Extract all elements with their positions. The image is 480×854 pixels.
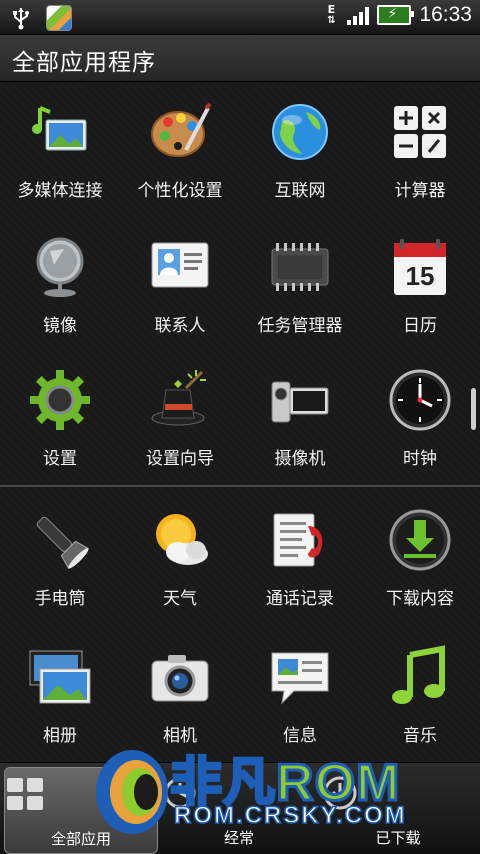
chip-icon — [271, 243, 329, 291]
app-label: 摄像机 — [274, 449, 326, 469]
usb-icon — [13, 8, 29, 30]
app-label: 互联网 — [274, 181, 326, 201]
app-gallery[interactable]: 相册 — [0, 627, 120, 747]
app-clock[interactable]: 时钟 — [360, 350, 480, 470]
scroll-indicator[interactable] — [471, 388, 476, 430]
app-calculator[interactable]: 计算器 — [360, 82, 480, 202]
app-calendar[interactable]: 15 日历 — [360, 217, 480, 337]
watermark-url: ROM.CRSKY.COM — [173, 801, 407, 830]
mirror-icon — [36, 237, 84, 297]
battery-charging-icon: ⚡ — [377, 5, 415, 25]
magic-hat-icon — [151, 370, 206, 426]
app-downloads[interactable]: 下载内容 — [360, 490, 480, 610]
download-icon — [389, 509, 451, 571]
app-flashlight[interactable]: 手电筒 — [0, 490, 120, 610]
calendar-icon: 15 — [394, 239, 446, 295]
app-camcorder[interactable]: 摄像机 — [240, 350, 360, 470]
app-messages[interactable]: 信息 — [240, 627, 360, 747]
app-grid[interactable]: 多媒体连接 个性化设置 互联网 计算器 镜像 联系人 任务管理器 15 日历 设… — [0, 82, 480, 762]
calculator-icon — [394, 106, 446, 158]
signal-strength-icon — [347, 5, 370, 25]
app-label: 任务管理器 — [257, 316, 343, 336]
app-call-log[interactable]: 通话记录 — [240, 490, 360, 610]
app-contacts[interactable]: 联系人 — [120, 217, 240, 337]
gear-icon — [30, 370, 90, 430]
app-task-manager[interactable]: 任务管理器 — [240, 217, 360, 337]
watermark-overlay: 非凡ROM ROM.CRSKY.COM — [90, 740, 410, 840]
gallery-icon — [29, 650, 91, 704]
clock-icon — [389, 369, 451, 431]
data-type-indicator: E ⇅ — [327, 3, 336, 26]
grid-icon — [7, 778, 43, 810]
app-label: 下载内容 — [386, 589, 454, 609]
music-note-icon — [392, 645, 445, 704]
status-clock: 16:33 — [419, 3, 472, 26]
app-label: 日历 — [403, 316, 437, 336]
app-mirror[interactable]: 镜像 — [0, 217, 120, 337]
app-label: 通话记录 — [266, 589, 334, 609]
palette-icon — [151, 102, 212, 157]
app-label: 多媒体连接 — [17, 181, 103, 201]
message-icon — [271, 652, 329, 705]
app-internet[interactable]: 互联网 — [240, 82, 360, 202]
title-bar: 全部应用程序 — [0, 35, 480, 82]
flashlight-icon — [36, 516, 90, 570]
calendar-day-number: 15 — [406, 261, 435, 291]
page-divider — [0, 485, 480, 487]
app-label: 设置向导 — [146, 449, 214, 469]
contacts-card-icon — [151, 242, 209, 288]
app-label: 天气 — [163, 589, 197, 609]
app-camera[interactable]: 相机 — [120, 627, 240, 747]
app-label: 手电筒 — [34, 589, 86, 609]
app-weather[interactable]: 天气 — [120, 490, 240, 610]
app-personalize[interactable]: 个性化设置 — [120, 82, 240, 202]
app-label: 联系人 — [154, 316, 206, 336]
status-bar: E ⇅ ⚡ 16:33 — [0, 0, 480, 35]
app-multimedia-link[interactable]: 多媒体连接 — [0, 82, 120, 202]
app-settings[interactable]: 设置 — [0, 350, 120, 470]
app-label: 时钟 — [403, 449, 437, 469]
page-title: 全部应用程序 — [12, 50, 156, 76]
brand-logo-icon — [96, 750, 168, 834]
app-setup-wizard[interactable]: 设置向导 — [120, 350, 240, 470]
media-link-icon — [32, 106, 87, 151]
app-label: 设置 — [43, 449, 77, 469]
call-log-icon — [273, 513, 323, 567]
app-label: 镜像 — [43, 316, 77, 336]
camera-icon — [151, 655, 209, 702]
app-label: 计算器 — [394, 181, 446, 201]
app-label: 个性化设置 — [137, 181, 223, 201]
camcorder-icon — [271, 381, 329, 423]
globe-icon — [272, 104, 328, 160]
app-music[interactable]: 音乐 — [360, 627, 480, 747]
notification-app-icon — [46, 5, 72, 31]
weather-sun-cloud-icon — [156, 514, 208, 565]
